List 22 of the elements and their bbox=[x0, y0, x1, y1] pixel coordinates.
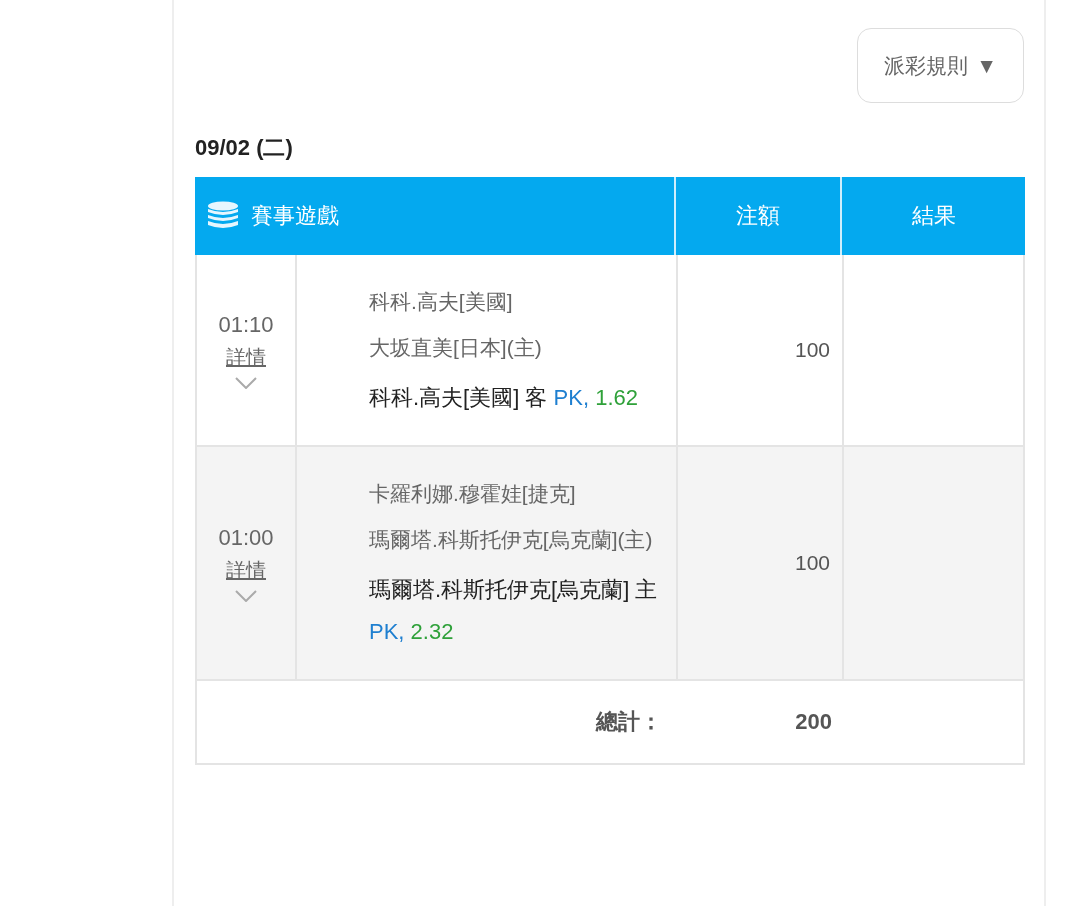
team-name: 瑪爾塔.科斯托伊克[烏克蘭](主) bbox=[369, 527, 654, 553]
bet-selection: 瑪爾塔.科斯托伊克[烏克蘭] 主 PK, 2.32 bbox=[369, 576, 659, 646]
payout-rules-button[interactable]: 派彩規則 ▼ bbox=[857, 28, 1024, 103]
details-link[interactable]: 詳情 bbox=[226, 343, 266, 371]
coin-stack-icon bbox=[207, 201, 239, 231]
column-header: 注額 bbox=[736, 202, 780, 230]
chevron-down-icon[interactable] bbox=[235, 376, 257, 389]
match-time: 01:10 bbox=[218, 311, 274, 338]
bet-selection: 科科.高夫[美國] 客 PK, 1.62 bbox=[369, 384, 639, 412]
column-header: 結果 bbox=[911, 202, 956, 230]
team-name: 大坂直美[日本](主) bbox=[369, 335, 543, 361]
stake-amount: 100 bbox=[794, 551, 830, 575]
team-name: 卡羅利娜.穆霍娃[捷克] bbox=[369, 481, 577, 507]
details-link[interactable]: 詳情 bbox=[226, 556, 266, 584]
chevron-down-icon[interactable] bbox=[235, 589, 257, 602]
team-name: 科科.高夫[美國] bbox=[369, 289, 514, 315]
total-amount: 200 bbox=[795, 709, 833, 735]
date-heading: 09/02 (二) bbox=[195, 134, 294, 162]
column-header: 賽事遊戲 bbox=[251, 202, 339, 230]
stake-amount: 100 bbox=[794, 338, 830, 362]
match-time: 01:00 bbox=[218, 524, 274, 551]
total-label: 總計： bbox=[596, 708, 663, 736]
